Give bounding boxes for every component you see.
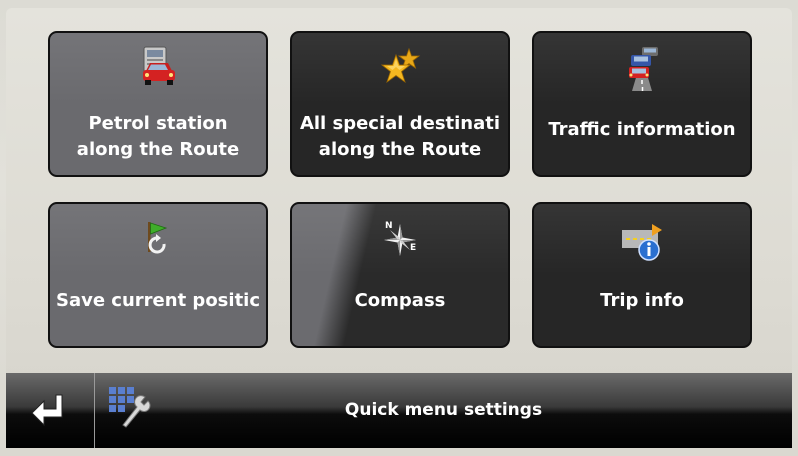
special-destinations-label-line2: along the Route [318,139,482,160]
navigation-screen: Petrol station along the Route All speci… [0,0,798,456]
quick-menu-settings-button[interactable]: Quick menu settings [95,373,792,448]
svg-text:N: N [385,221,393,231]
back-button[interactable] [6,373,94,448]
stars-icon [380,47,421,84]
trip-info-button[interactable]: Trip info [532,202,752,348]
petrol-station-label-line2: along the Route [76,139,240,160]
trip-info-icon [622,224,662,261]
traffic-information-label: Traffic information [548,119,736,140]
traffic-information-button[interactable]: Traffic information [532,31,752,177]
trip-info-label: Trip info [600,290,684,311]
return-arrow-icon [31,394,63,427]
traffic-cars-icon [629,47,658,91]
petrol-station-button[interactable]: Petrol station along the Route [48,31,268,177]
compass-label: Compass [354,290,446,311]
svg-text:E: E [410,243,416,253]
petrol-car-icon [143,46,175,85]
flag-save-icon [148,222,168,254]
save-current-position-button[interactable]: Save current positic [48,202,268,348]
special-destinations-label: All special destinati along the Route [292,111,508,163]
petrol-station-label: Petrol station along the Route [50,111,266,163]
bottom-bar: Quick menu settings [6,373,792,448]
special-destinations-label-line1: All special destinati [299,113,501,134]
special-destinations-button[interactable]: All special destinati along the Route [290,31,510,177]
quick-menu-settings-label: Quick menu settings [344,400,543,420]
save-current-position-label: Save current positic [55,290,261,311]
compass-button[interactable]: N E Compass [290,202,510,348]
compass-icon: N E [384,221,416,256]
petrol-station-label-line1: Petrol station [88,113,228,134]
